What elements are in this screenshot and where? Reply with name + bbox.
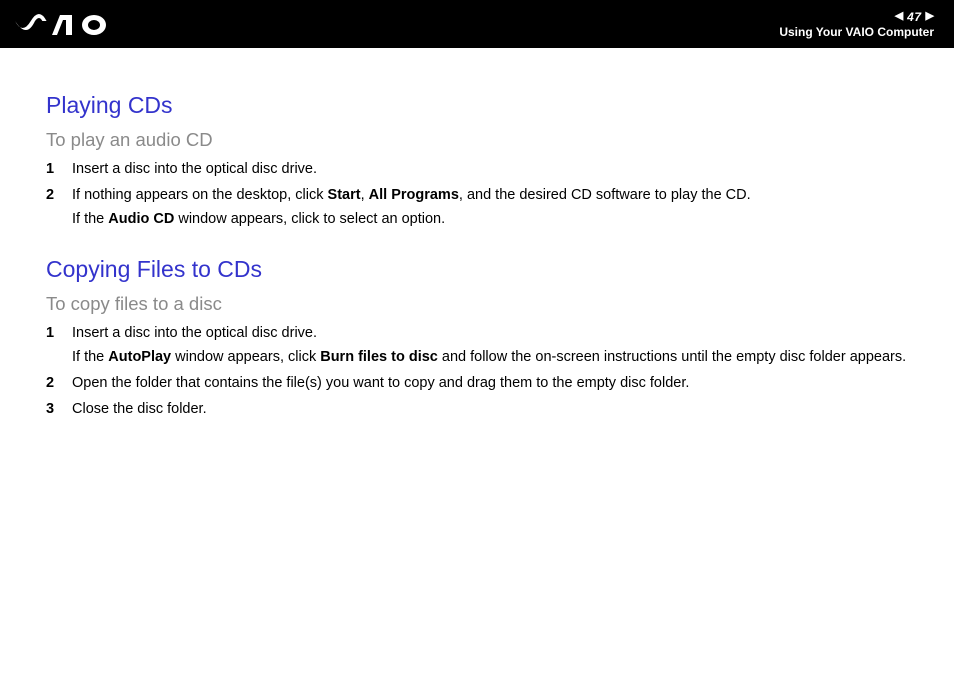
steps-list: 1 Insert a disc into the optical disc dr… bbox=[46, 323, 934, 420]
page-nav: ◀ 47 ▶ bbox=[895, 10, 934, 24]
nav-prev-icon[interactable]: ◀ bbox=[895, 11, 903, 22]
step-text: If nothing appears on the desktop, click… bbox=[72, 185, 934, 231]
section-subheading: To play an audio CD bbox=[46, 129, 934, 151]
header-right: ◀ 47 ▶ Using Your VAIO Computer bbox=[779, 10, 934, 39]
step-number: 2 bbox=[46, 185, 72, 231]
step-item: 3 Close the disc folder. bbox=[46, 399, 934, 421]
step-text: Insert a disc into the optical disc driv… bbox=[72, 323, 934, 369]
step-text: Open the folder that contains the file(s… bbox=[72, 373, 934, 395]
step-item: 1 Insert a disc into the optical disc dr… bbox=[46, 159, 934, 181]
section-playing-cds: Playing CDs To play an audio CD 1 Insert… bbox=[46, 92, 934, 230]
section-heading: Copying Files to CDs bbox=[46, 256, 934, 283]
step-item: 2 If nothing appears on the desktop, cli… bbox=[46, 185, 934, 231]
step-item: 2 Open the folder that contains the file… bbox=[46, 373, 934, 395]
section-subheading: To copy files to a disc bbox=[46, 293, 934, 315]
step-number: 1 bbox=[46, 159, 72, 181]
header-subtitle: Using Your VAIO Computer bbox=[779, 25, 934, 39]
vaio-logo-svg bbox=[14, 11, 134, 37]
step-number: 1 bbox=[46, 323, 72, 369]
step-number: 2 bbox=[46, 373, 72, 395]
section-heading: Playing CDs bbox=[46, 92, 934, 119]
vaio-logo bbox=[14, 11, 134, 37]
page-number: 47 bbox=[907, 10, 921, 24]
nav-next-icon[interactable]: ▶ bbox=[926, 11, 934, 22]
section-copying-files: Copying Files to CDs To copy files to a … bbox=[46, 256, 934, 420]
step-text: Close the disc folder. bbox=[72, 399, 934, 421]
header-bar: ◀ 47 ▶ Using Your VAIO Computer bbox=[0, 0, 954, 48]
steps-list: 1 Insert a disc into the optical disc dr… bbox=[46, 159, 934, 230]
step-item: 1 Insert a disc into the optical disc dr… bbox=[46, 323, 934, 369]
page-content: Playing CDs To play an audio CD 1 Insert… bbox=[0, 48, 954, 420]
step-text: Insert a disc into the optical disc driv… bbox=[72, 159, 934, 181]
step-number: 3 bbox=[46, 399, 72, 421]
